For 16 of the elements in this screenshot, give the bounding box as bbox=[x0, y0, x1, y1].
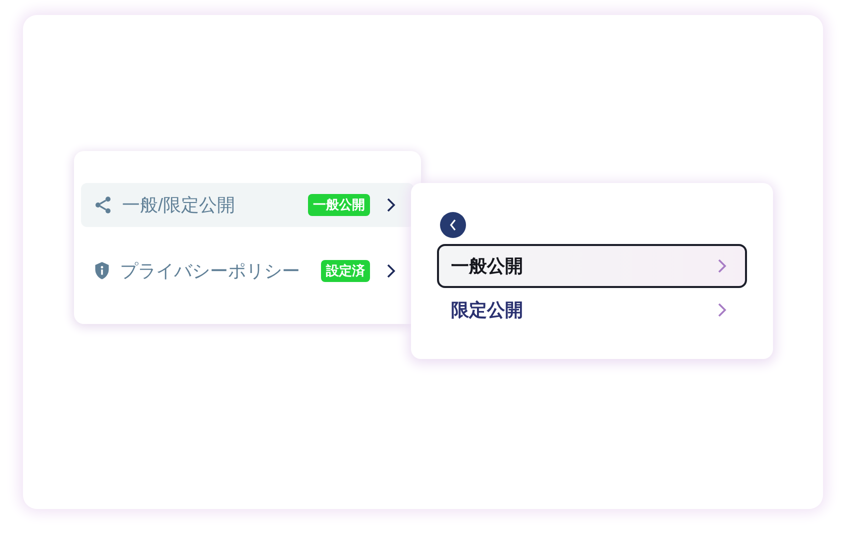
submenu-item-label: 一般公開 bbox=[451, 254, 523, 278]
chevron-left-icon bbox=[449, 219, 457, 231]
chevron-right-icon bbox=[717, 258, 727, 274]
menu-item-label: プライバシーポリシー bbox=[120, 260, 300, 282]
chevron-right-icon bbox=[386, 197, 396, 213]
chevron-right-icon bbox=[386, 263, 396, 279]
submenu-item[interactable]: 一般公開 bbox=[437, 244, 747, 288]
status-badge: 一般公開 bbox=[308, 194, 370, 216]
menu-item[interactable]: 一般/限定公開 一般公開 bbox=[81, 183, 414, 227]
submenu-item-label: 限定公開 bbox=[451, 298, 523, 322]
back-button[interactable] bbox=[440, 212, 466, 238]
shield-info-icon bbox=[93, 261, 111, 281]
status-badge: 設定済 bbox=[321, 260, 370, 282]
share-icon bbox=[93, 195, 113, 215]
chevron-right-icon bbox=[717, 302, 727, 318]
menu-item-label: 一般/限定公開 bbox=[122, 194, 236, 216]
